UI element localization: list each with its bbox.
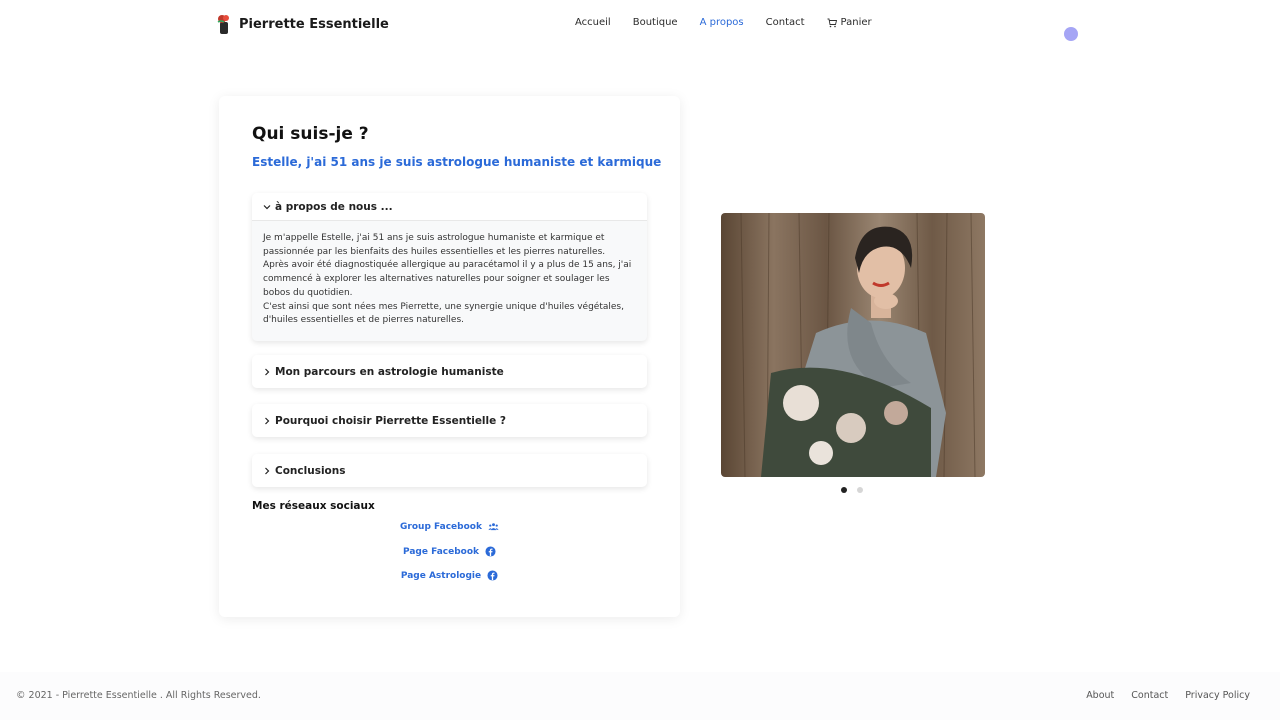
nav-a-propos[interactable]: A propos xyxy=(700,17,744,28)
carousel-indicators xyxy=(841,487,863,493)
nav-contact[interactable]: Contact xyxy=(766,17,805,28)
nav-boutique[interactable]: Boutique xyxy=(633,17,678,28)
chevron-right-icon xyxy=(265,417,270,424)
accordion-body-about: Je m'appelle Estelle, j'ai 51 ans je sui… xyxy=(252,221,647,339)
accordion-header-conclusions[interactable]: Conclusions xyxy=(252,454,647,487)
group-icon xyxy=(488,523,499,531)
social-link-label: Page Astrologie xyxy=(400,570,482,581)
social-link-page-facebook[interactable]: Page Facebook xyxy=(219,546,680,557)
carousel-dot-2[interactable] xyxy=(857,487,863,493)
chevron-right-icon xyxy=(265,467,270,474)
footer-links: About Contact Privacy Policy xyxy=(1086,690,1250,701)
facebook-icon xyxy=(485,546,496,557)
brand-name: Pierrette Essentielle xyxy=(239,16,389,32)
footer-link-privacy[interactable]: Privacy Policy xyxy=(1185,690,1250,701)
social-link-label: Group Facebook xyxy=(400,521,482,532)
floating-action-dot[interactable] xyxy=(1064,27,1078,41)
accordion-label: Conclusions xyxy=(275,464,346,477)
about-paragraph-3: C'est ainsi que sont nées mes Pierrette,… xyxy=(263,301,624,326)
chevron-down-icon xyxy=(263,204,271,209)
social-link-group-facebook[interactable]: Group Facebook xyxy=(219,521,680,532)
accordion-item-about: à propos de nous ... Je m'appelle Estell… xyxy=(252,193,647,341)
footer-link-contact[interactable]: Contact xyxy=(1131,690,1168,701)
nav-accueil[interactable]: Accueil xyxy=(575,17,611,28)
about-paragraph-1: Je m'appelle Estelle, j'ai 51 ans je sui… xyxy=(263,233,606,257)
accordion-header-about[interactable]: à propos de nous ... xyxy=(252,193,647,221)
about-paragraph-2: Après avoir été diagnostiquée allergique… xyxy=(263,260,632,298)
accordion-item-parcours: Mon parcours en astrologie humaniste xyxy=(252,355,647,388)
social-link-label: Page Facebook xyxy=(402,546,480,557)
accordion-header-parcours[interactable]: Mon parcours en astrologie humaniste xyxy=(252,355,647,388)
accordion-item-pourquoi: Pourquoi choisir Pierrette Essentielle ? xyxy=(252,404,647,437)
nav-panier[interactable]: Panier xyxy=(827,17,872,28)
page-subtitle: Estelle, j'ai 51 ans je suis astrologue … xyxy=(252,155,662,169)
carousel-dot-1[interactable] xyxy=(841,487,847,493)
brand-link[interactable]: Pierrette Essentielle xyxy=(215,13,389,35)
nav-panier-label: Panier xyxy=(840,17,872,28)
rose-bottle-logo-icon xyxy=(217,15,229,34)
about-card: Qui suis-je ? Estelle, j'ai 51 ans je su… xyxy=(219,96,680,617)
chevron-right-icon xyxy=(265,368,270,375)
social-link-page-astrologie[interactable]: Page Astrologie xyxy=(219,570,680,581)
accordion-header-pourquoi[interactable]: Pourquoi choisir Pierrette Essentielle ? xyxy=(252,404,647,437)
footer-link-about[interactable]: About xyxy=(1086,690,1114,701)
cart-icon xyxy=(827,18,837,27)
page-title: Qui suis-je ? xyxy=(252,124,369,144)
accordion-label: à propos de nous ... xyxy=(275,200,393,213)
accordion-item-conclusions: Conclusions xyxy=(252,454,647,487)
site-footer: © 2021 - Pierrette Essentielle . All Rig… xyxy=(0,672,1280,720)
portrait-photo xyxy=(721,213,985,477)
main-nav: Accueil Boutique A propos Contact Panier xyxy=(575,17,872,28)
accordion-label: Mon parcours en astrologie humaniste xyxy=(275,365,504,378)
accordion-label: Pourquoi choisir Pierrette Essentielle ? xyxy=(275,414,506,427)
facebook-icon xyxy=(487,570,498,581)
portrait-image xyxy=(721,213,985,477)
site-header: Pierrette Essentielle Accueil Boutique A… xyxy=(0,0,1280,50)
copyright-text: © 2021 - Pierrette Essentielle . All Rig… xyxy=(16,690,261,701)
social-title: Mes réseaux sociaux xyxy=(252,500,375,512)
